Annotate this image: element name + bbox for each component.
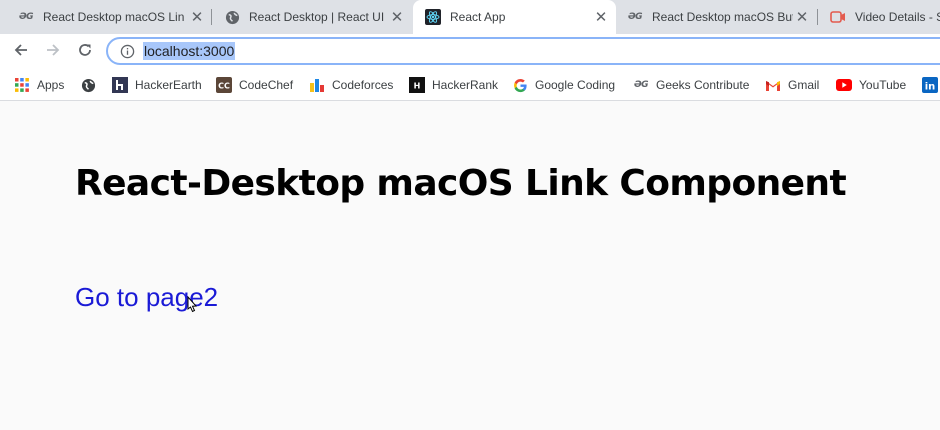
tab-title: React Desktop | React UI C <box>249 10 388 24</box>
page-content: React-Desktop macOS Link Component Go to… <box>0 101 940 430</box>
bookmarks-bar: Apps HackerEarth CC CodeChef Codeforces … <box>0 70 940 101</box>
bookmark-youtube[interactable]: YouTube <box>836 76 906 94</box>
bookmark-gmail[interactable]: Gmail <box>765 76 819 94</box>
svg-text:in: in <box>925 82 936 93</box>
bookmark-google-coding[interactable]: Google Coding <box>512 76 615 94</box>
video-icon <box>830 9 846 25</box>
bookmark-label: Geeks Contribute <box>656 78 750 92</box>
close-icon[interactable]: ✕ <box>793 8 811 26</box>
bookmark-label: YouTube <box>859 78 907 92</box>
tab-3-active[interactable]: React App ✕ <box>413 0 616 34</box>
tab-5[interactable]: Video Details - S <box>818 0 940 34</box>
bookmark-codeforces[interactable]: Codeforces <box>309 76 393 94</box>
gmail-icon <box>765 77 781 93</box>
svg-text:CC: CC <box>218 82 230 91</box>
youtube-icon <box>836 77 852 93</box>
bookmark-label: CodeChef <box>239 78 294 92</box>
bookmark-label: Gmail <box>788 78 820 92</box>
globe-icon <box>224 9 240 25</box>
bookmark-label: HackerRank <box>432 78 499 92</box>
reload-icon <box>77 42 93 63</box>
info-icon[interactable] <box>119 43 135 59</box>
hackerearth-icon <box>112 77 128 93</box>
close-icon[interactable]: ✕ <box>592 8 610 26</box>
bookmark-hackerrank[interactable]: H HackerRank <box>409 76 498 94</box>
bookmark-linkedin[interactable]: in <box>922 76 940 94</box>
geeksforgeeks-icon: ƏG <box>18 12 34 22</box>
tab-title: Video Details - S <box>855 10 940 24</box>
bookmark-label: Codeforces <box>332 78 394 92</box>
back-arrow-icon <box>13 42 29 63</box>
geeksforgeeks-icon: ƏG <box>633 80 649 90</box>
tab-title: React Desktop macOS But <box>652 10 793 24</box>
page-title: React-Desktop macOS Link Component <box>75 163 847 204</box>
bookmark-globe[interactable] <box>80 76 103 94</box>
back-button[interactable] <box>7 38 35 66</box>
reload-button[interactable] <box>71 38 99 66</box>
tab-2[interactable]: React Desktop | React UI C ✕ <box>212 0 412 34</box>
tab-strip: ƏG React Desktop macOS Lin ✕ React Deskt… <box>0 0 940 34</box>
geeksforgeeks-icon: ƏG <box>627 12 643 22</box>
forward-arrow-icon <box>45 42 61 63</box>
bookmark-label: Google Coding <box>535 78 616 92</box>
bookmark-hackerearth[interactable]: HackerEarth <box>112 76 202 94</box>
close-icon[interactable]: ✕ <box>188 8 206 26</box>
bookmark-codechef[interactable]: CC CodeChef <box>216 76 293 94</box>
url-text[interactable]: localhost:3000 <box>143 42 236 60</box>
linkedin-icon: in <box>922 77 938 93</box>
bookmark-apps[interactable]: Apps <box>14 76 64 94</box>
bookmark-label: Apps <box>37 78 65 92</box>
mouse-cursor-icon <box>183 295 199 321</box>
google-icon <box>512 77 528 93</box>
bookmark-geeks-contribute[interactable]: ƏG Geeks Contribute <box>633 76 749 94</box>
tab-title: React Desktop macOS Lin <box>43 10 185 24</box>
close-icon[interactable]: ✕ <box>388 8 406 26</box>
codechef-icon: CC <box>216 77 232 93</box>
forward-button[interactable] <box>39 38 67 66</box>
address-bar[interactable]: localhost:3000 <box>106 37 940 65</box>
globe-icon <box>80 77 96 93</box>
tab-1[interactable]: ƏG React Desktop macOS Lin ✕ <box>6 0 212 34</box>
svg-text:H: H <box>414 82 421 91</box>
hackerrank-icon: H <box>409 77 425 93</box>
apps-grid-icon <box>14 77 30 93</box>
react-icon <box>425 9 441 25</box>
tab-4[interactable]: ƏG React Desktop macOS But ✕ <box>615 0 817 34</box>
codeforces-icon <box>309 77 325 93</box>
tab-title: React App <box>450 10 506 24</box>
browser-toolbar: localhost:3000 <box>0 34 940 70</box>
bookmark-label: HackerEarth <box>135 78 202 92</box>
